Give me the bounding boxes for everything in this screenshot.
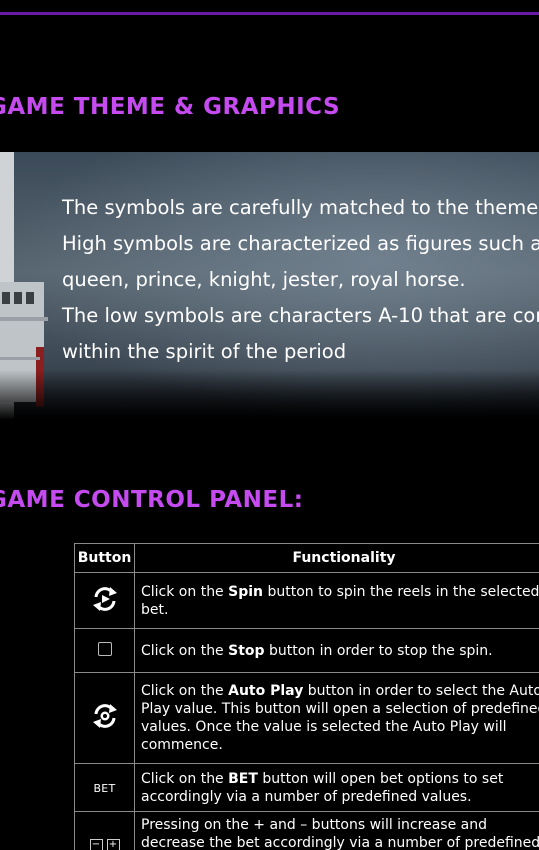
top-divider bbox=[0, 12, 539, 15]
stop-description: Click on the Stop button in order to sto… bbox=[134, 628, 539, 673]
table-row: Click on the Spin button to spin the ree… bbox=[74, 572, 539, 629]
theme-line: The low symbols are characters A-10 that… bbox=[62, 304, 539, 327]
table-row: BET Click on the BET button will open be… bbox=[74, 763, 539, 812]
table-row: Click on the Auto Play button in order t… bbox=[74, 672, 539, 764]
bet-icon-label: BET bbox=[93, 781, 116, 795]
stop-icon bbox=[97, 641, 112, 656]
autoplay-description: Click on the Auto Play button in order t… bbox=[134, 672, 539, 764]
plus-minus-icon: − + bbox=[89, 838, 120, 850]
bet-description: Click on the BET button will open bet op… bbox=[134, 763, 539, 812]
autoplay-icon bbox=[92, 704, 117, 728]
minus-icon: − bbox=[89, 838, 103, 850]
control-panel-heading: GAME CONTROL PANEL: bbox=[0, 487, 304, 513]
theme-line: High symbols are characterized as figure… bbox=[62, 232, 539, 255]
table-row: − + Pressing on the + and – buttons will … bbox=[74, 811, 539, 850]
theme-description: The symbols are carefully matched to the… bbox=[62, 190, 539, 370]
table-header-row: Button Functionality bbox=[74, 543, 539, 573]
plus-icon: + bbox=[106, 838, 120, 850]
spin-icon bbox=[92, 586, 117, 611]
theme-heading: GAME THEME & GRAPHICS bbox=[0, 94, 341, 120]
header-functionality: Functionality bbox=[134, 543, 539, 573]
header-button: Button bbox=[74, 543, 135, 573]
table-row: Click on the Stop button in order to sto… bbox=[74, 628, 539, 673]
theme-line: queen, prince, knight, jester, royal hor… bbox=[62, 268, 466, 291]
plus-minus-description: Pressing on the + and – buttons will inc… bbox=[134, 811, 539, 850]
control-panel-table: Button Functionality Click on the Spin b… bbox=[74, 543, 539, 850]
theme-line: within the spirit of the period bbox=[62, 340, 347, 363]
rules-page: GAME THEME & GRAPHICS The symbols are ca… bbox=[0, 0, 539, 850]
theme-panel: The symbols are carefully matched to the… bbox=[0, 152, 539, 420]
spin-description: Click on the Spin button to spin the ree… bbox=[134, 572, 539, 629]
theme-line: The symbols are carefully matched to the… bbox=[62, 196, 539, 219]
castle-tower-illustration bbox=[0, 152, 48, 420]
